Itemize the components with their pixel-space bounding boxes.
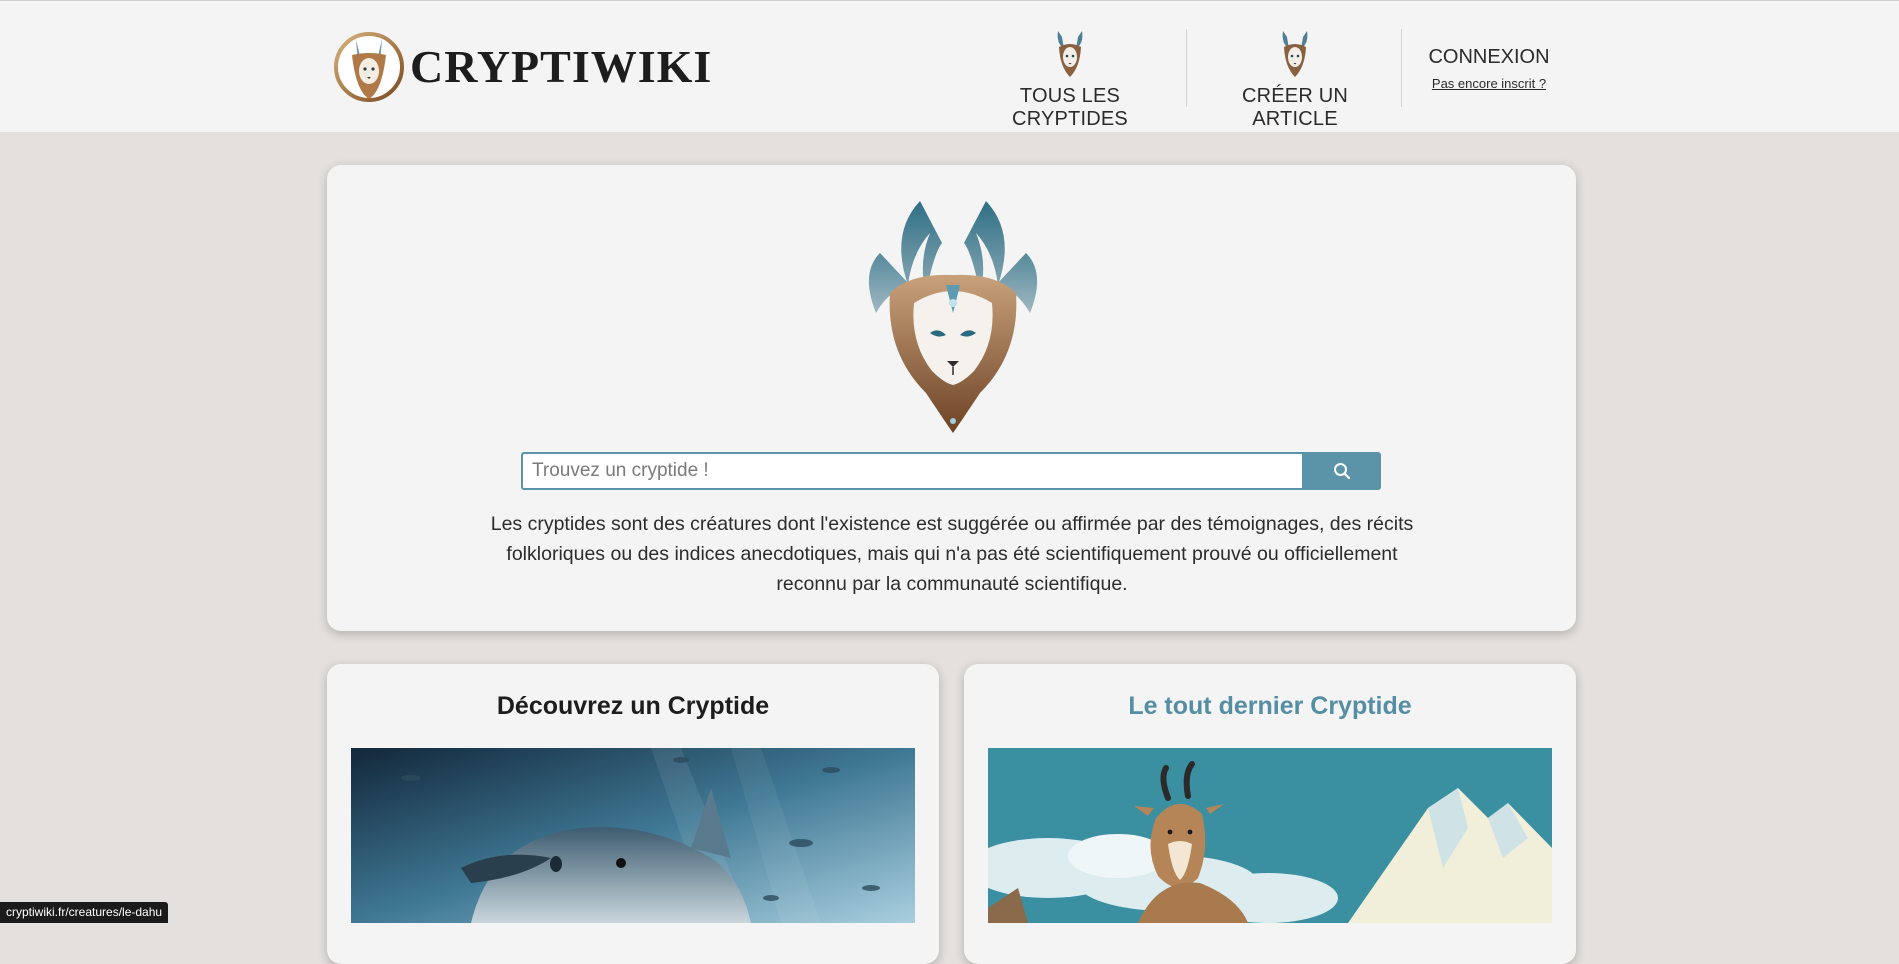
- nav-create-article[interactable]: CRÉER UN ARTICLE: [1200, 29, 1390, 131]
- nav-create-article-label: CRÉER UN ARTICLE: [1241, 85, 1349, 130]
- discover-card-title: Découvrez un Cryptide: [496, 692, 770, 720]
- site-header: CRYPTIWIKI TOUS LES CRYPTIDES CRÉER UN A…: [0, 0, 1899, 132]
- nav-all-cryptids[interactable]: TOUS LES CRYPTIDES: [972, 29, 1168, 131]
- shark-illustration: [351, 748, 915, 923]
- nav-separator: [1186, 29, 1187, 107]
- chamois-illustration: [988, 748, 1552, 923]
- login-link[interactable]: CONNEXION: [1414, 46, 1564, 69]
- browser-status-bar: cryptiwiki.fr/creatures/le-dahu: [0, 902, 169, 923]
- nav-separator: [1401, 29, 1402, 107]
- nav-all-cryptids-label: TOUS LES CRYPTIDES: [1012, 85, 1128, 130]
- login-block: CONNEXION Pas encore inscrit ?: [1414, 46, 1564, 93]
- discover-cryptid-image[interactable]: [351, 748, 915, 923]
- site-logo[interactable]: CRYPTIWIKI: [332, 25, 712, 109]
- search-input[interactable]: [521, 452, 1302, 490]
- logo-text: CRYPTIWIKI: [410, 41, 713, 92]
- creature-head-icon: [1282, 31, 1308, 77]
- latest-cryptid-image[interactable]: [988, 748, 1552, 923]
- creature-head-icon: [1057, 31, 1083, 77]
- search-bar: [521, 452, 1381, 490]
- logo-medallion-icon: [334, 32, 404, 102]
- cryptid-definition-text: Les cryptides sont des créatures dont l'…: [490, 513, 1414, 595]
- latest-card-title: Le tout dernier Cryptide: [1128, 692, 1412, 720]
- latest-card[interactable]: Le tout dernier Cryptide: [964, 664, 1576, 964]
- signup-link[interactable]: Pas encore inscrit ?: [1432, 76, 1546, 91]
- search-icon: [1333, 463, 1350, 480]
- search-button[interactable]: [1302, 452, 1381, 490]
- discover-card[interactable]: Découvrez un Cryptide: [327, 664, 939, 964]
- cryptid-emblem-icon: [868, 201, 1038, 433]
- hero-card: Les cryptides sont des créatures dont l'…: [327, 165, 1576, 631]
